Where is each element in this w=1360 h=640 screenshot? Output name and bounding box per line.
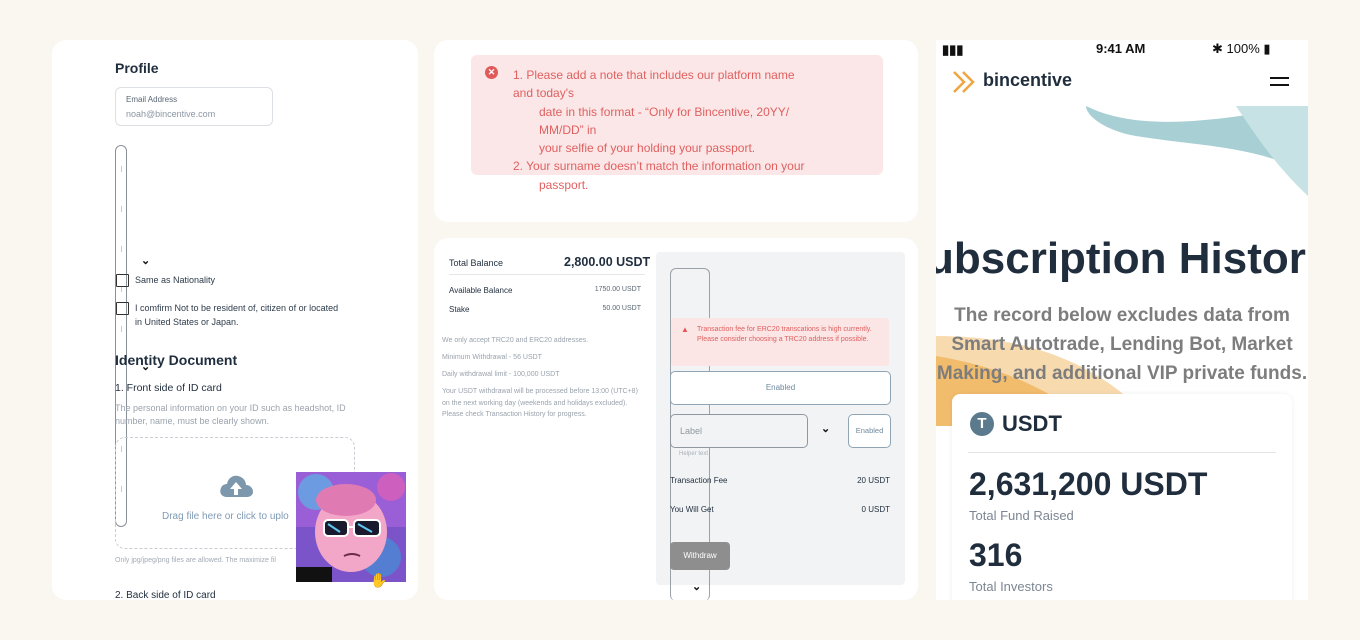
- error-line: your selfie of your holding your passpor…: [539, 141, 756, 156]
- total-investors-label: Total Investors: [969, 579, 1053, 594]
- label-placeholder: Label: [680, 426, 703, 436]
- checkbox-label: in United States or Japan.: [135, 317, 239, 327]
- info-text: Your USDT withdrawal will be processed b…: [442, 388, 638, 418]
- status-battery: ✱ 100% ▮: [1212, 41, 1271, 56]
- status-bar: ▮▮▮ 9:41 AM ✱ 100% ▮: [936, 40, 1308, 60]
- warning-box: ▲ Transaction fee for ERC20 transcations…: [671, 318, 889, 366]
- total-fund-value: 2,631,200 USDT: [969, 466, 1208, 502]
- enabled-button[interactable]: Enabled: [670, 371, 891, 405]
- warning-text: Transaction fee for ERC20 transcations i…: [697, 326, 872, 343]
- total-investors-value: 316: [969, 537, 1023, 573]
- stake-value: 50.00 USDT: [602, 305, 641, 312]
- error-line: 1. Please add a note that includes our p…: [513, 68, 795, 101]
- brand-name: bincentive: [983, 70, 1073, 90]
- error-icon: ✕: [485, 66, 498, 79]
- coin-name: USDT: [1002, 411, 1062, 436]
- chevron-down-icon[interactable]: ⌄: [141, 360, 150, 373]
- identity-document-title: Identity Document: [115, 352, 238, 368]
- info-text: Minimum Withdrawal - 56 USDT: [442, 354, 542, 361]
- warning-icon: ▲: [681, 325, 689, 334]
- divider: [968, 452, 1276, 453]
- receive-value: 0 USDT: [861, 505, 890, 514]
- status-time: 9:41 AM: [1096, 41, 1146, 56]
- hero-section: ubscription Histor The record below excl…: [936, 106, 1308, 426]
- email-label: Email Address: [126, 95, 178, 104]
- withdraw-button[interactable]: Withdraw: [670, 542, 730, 570]
- checkbox-label: I comfirm Not to be resident of, citizen…: [135, 303, 339, 313]
- withdraw-panel: Total Balance 2,800.00 USDT Available Ba…: [434, 238, 918, 600]
- helper-text: Helper text: [679, 451, 709, 457]
- signal-wifi-icon: ▮▮▮: [942, 42, 964, 57]
- error-line: 2. Your surname doesn’t match the inform…: [513, 159, 805, 174]
- total-balance-value: 2,800.00 USDT: [564, 255, 651, 269]
- chevron-down-icon[interactable]: ⌄: [141, 254, 150, 267]
- upload-cloud-icon: [220, 475, 253, 497]
- info-text: We only accept TRC20 and ERC20 addresses…: [442, 337, 589, 344]
- error-line: passport.: [539, 177, 589, 192]
- info-text: Daily withdrawal limit - 100,000 USDT: [442, 371, 560, 378]
- total-balance-label: Total Balance: [449, 258, 504, 268]
- front-side-description: The personal information on your ID such…: [115, 403, 346, 426]
- available-balance-value: 1750.00 USDT: [594, 286, 641, 293]
- enabled-small-button[interactable]: Enabled: [848, 414, 891, 448]
- fee-label: Transaction Fee: [670, 476, 728, 485]
- dropzone-text: Drag file here or click to uplo: [162, 511, 289, 522]
- receive-label: You Will Get: [670, 505, 714, 514]
- chevron-down-icon[interactable]: ⌄: [821, 422, 830, 435]
- checkbox-label: Same as Nationality: [135, 275, 216, 285]
- profile-title: Profile: [115, 60, 159, 76]
- error-line: date in this format - “Only for Bincenti…: [539, 104, 790, 137]
- error-message: 1. Please add a note that includes our p…: [513, 66, 813, 194]
- total-fund-label: Total Fund Raised: [969, 508, 1074, 523]
- usdt-coin-icon: T: [970, 412, 994, 436]
- file-type-note: Only jpg/jpeg/png files are allowed. The…: [115, 557, 276, 564]
- hand-cursor-icon: ✋: [370, 572, 388, 588]
- email-field[interactable]: Email Address noah@bincentive.com: [115, 87, 273, 126]
- error-panel: ✕ 1. Please add a note that includes our…: [434, 40, 918, 222]
- hamburger-menu-icon[interactable]: [1270, 77, 1289, 91]
- usdt-card: T USDT 2,631,200 USDT Total Fund Raised …: [952, 394, 1292, 600]
- label-select[interactable]: Label: [670, 414, 808, 448]
- fee-row: Transaction Fee 20 USDT: [670, 476, 890, 485]
- page-subtitle: The record below excludes data from Smar…: [936, 305, 1308, 384]
- fee-value: 20 USDT: [857, 476, 890, 485]
- divider: [449, 274, 645, 275]
- checkbox[interactable]: [116, 274, 129, 287]
- stake-label: Stake: [449, 305, 470, 314]
- mobile-panel: ▮▮▮ 9:41 AM ✱ 100% ▮ bincentive ubscript…: [936, 40, 1308, 600]
- checkbox[interactable]: [116, 302, 129, 315]
- front-side-title: 1. Front side of ID card: [115, 382, 222, 394]
- back-side-title: 2. Back side of ID card: [115, 590, 216, 600]
- page-title: ubscription Histor: [936, 234, 1306, 283]
- available-balance-label: Available Balance: [449, 286, 513, 295]
- brand-logo[interactable]: bincentive: [952, 68, 1072, 101]
- receive-row: You Will Get 0 USDT: [670, 505, 890, 514]
- chevron-down-icon[interactable]: ⌄: [692, 580, 701, 593]
- profile-panel: Profile Email Address noah@bincentive.co…: [52, 40, 418, 600]
- bincentive-logo-icon: [953, 71, 975, 93]
- email-value: noah@bincentive.com: [126, 109, 216, 119]
- avatar-image: [296, 472, 406, 582]
